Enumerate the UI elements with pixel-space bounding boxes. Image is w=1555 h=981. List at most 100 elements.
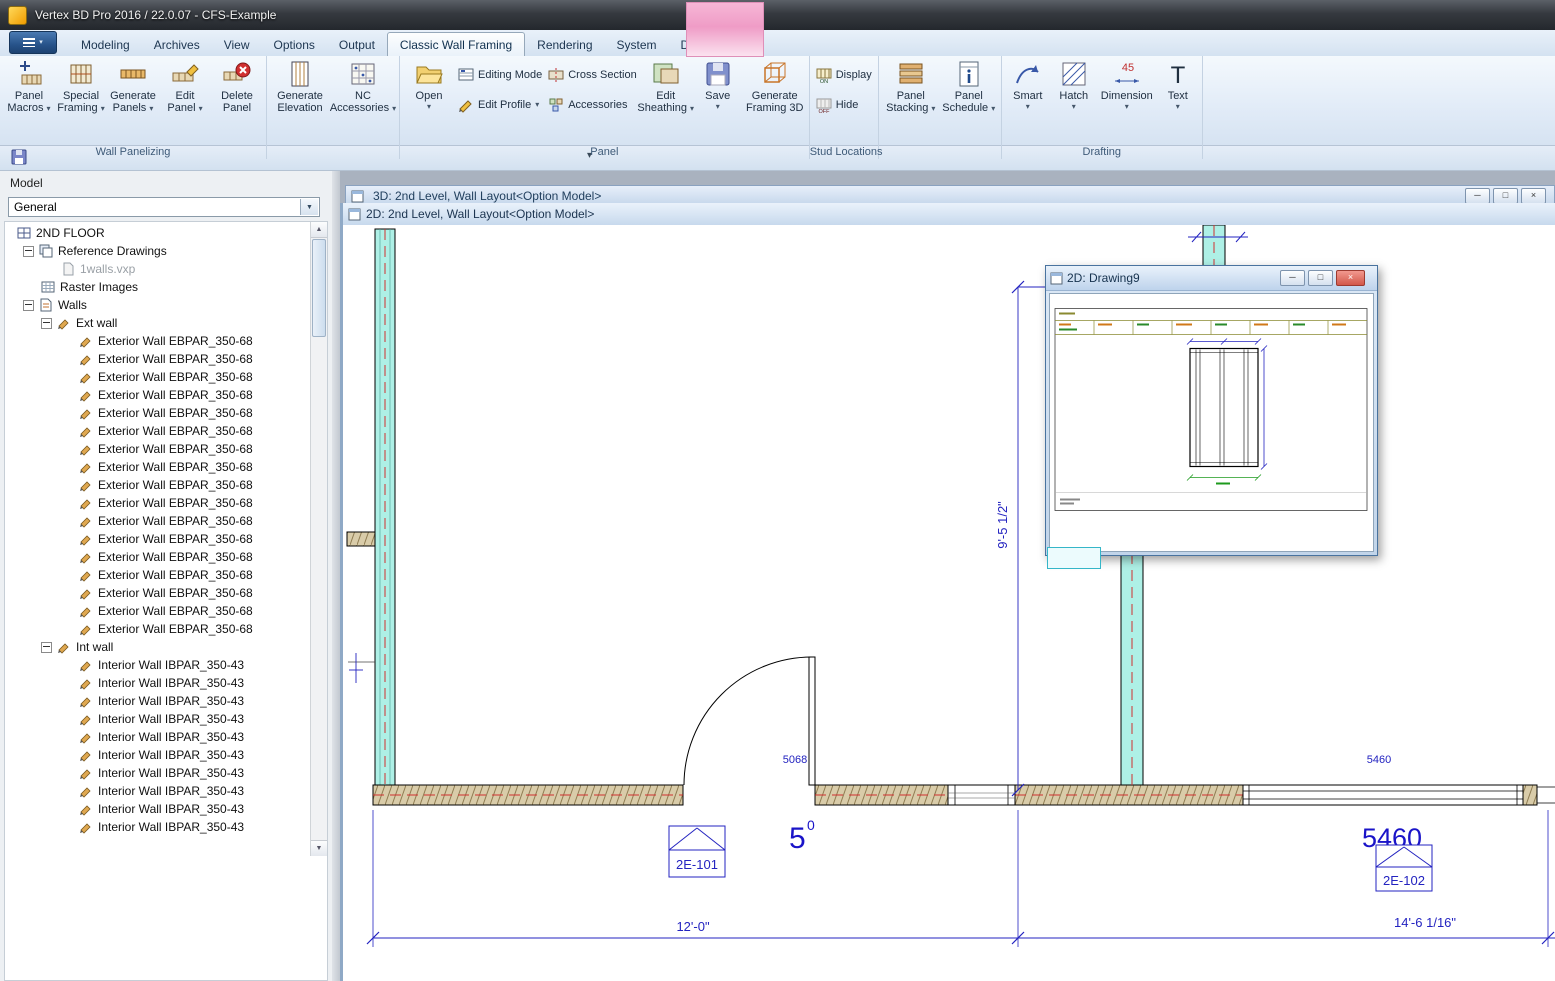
- tree-item-exterior-wall[interactable]: Exterior Wall EBPAR_350-68: [5, 386, 327, 404]
- display-studs-button[interactable]: ON Display: [813, 66, 875, 83]
- tree-item-interior-wall[interactable]: Interior Wall IBPAR_350-43: [5, 746, 327, 764]
- hide-studs-button[interactable]: OFF Hide: [813, 96, 875, 113]
- combo-arrow-icon[interactable]: ▼: [300, 199, 318, 215]
- tree-item-exterior-wall[interactable]: Exterior Wall EBPAR_350-68: [5, 422, 327, 440]
- edit-profile-button[interactable]: Edit Profile ▾: [455, 96, 545, 113]
- tree-item-interior-wall[interactable]: Interior Wall IBPAR_350-43: [5, 818, 327, 836]
- maximize-button[interactable]: □: [1308, 270, 1333, 286]
- tree-item-exterior-wall[interactable]: Exterior Wall EBPAR_350-68: [5, 440, 327, 458]
- wall-pencil-icon: [57, 640, 71, 654]
- tab-system[interactable]: System: [605, 33, 669, 56]
- wall-pencil-icon: [79, 748, 93, 762]
- minimize-button[interactable]: ─: [1280, 270, 1305, 286]
- tree-item-ref-file[interactable]: 1walls.vxp: [5, 260, 327, 278]
- tree-item-exterior-wall[interactable]: Exterior Wall EBPAR_350-68: [5, 368, 327, 386]
- selected-element-box[interactable]: [1047, 547, 1101, 569]
- tab-modeling[interactable]: Modeling: [69, 33, 142, 56]
- title-bar[interactable]: Vertex BD Pro 2016 / 22.0.07 - CFS-Examp…: [0, 0, 1555, 30]
- panel-stacking-button[interactable]: Panel Stacking ▾: [882, 57, 940, 131]
- collapse-box-icon[interactable]: [41, 642, 52, 653]
- panel-splitter[interactable]: [332, 170, 340, 981]
- tree-item-exterior-wall[interactable]: Exterior Wall EBPAR_350-68: [5, 476, 327, 494]
- accessories-button[interactable]: Accessories: [545, 96, 639, 113]
- tree-item-exterior-wall[interactable]: Exterior Wall EBPAR_350-68: [5, 350, 327, 368]
- tab-output[interactable]: Output: [327, 33, 387, 56]
- svg-text:2E-101: 2E-101: [676, 857, 718, 872]
- tree-item-exterior-wall[interactable]: Exterior Wall EBPAR_350-68: [5, 494, 327, 512]
- tab-view[interactable]: View: [212, 33, 262, 56]
- collapse-box-icon[interactable]: [41, 318, 52, 329]
- tree-item-exterior-wall[interactable]: Exterior Wall EBPAR_350-68: [5, 548, 327, 566]
- tree-item-2nd-floor[interactable]: 2ND FLOOR: [5, 224, 327, 242]
- tree-item-exterior-wall[interactable]: Exterior Wall EBPAR_350-68: [5, 602, 327, 620]
- save-button[interactable]: Save ▾: [692, 57, 744, 131]
- delete-panel-button[interactable]: Delete Panel: [211, 57, 263, 131]
- panel-schedule-button[interactable]: Panel Schedule ▾: [940, 57, 998, 131]
- dimension-button[interactable]: 45 Dimension ▾: [1097, 57, 1157, 131]
- scroll-up-arrow-icon[interactable]: ▲: [311, 222, 327, 238]
- tree-item-raster-images[interactable]: Raster Images: [5, 278, 327, 296]
- tab-options[interactable]: Options: [262, 33, 327, 56]
- tree-item-interior-wall[interactable]: Interior Wall IBPAR_350-43: [5, 800, 327, 818]
- floating-window-titlebar[interactable]: 2D: Drawing9 ─ □ ×: [1046, 266, 1377, 291]
- window-drawing9[interactable]: 2D: Drawing9 ─ □ ×: [1045, 265, 1378, 556]
- tree-item-interior-wall[interactable]: Interior Wall IBPAR_350-43: [5, 674, 327, 692]
- svg-text:ON: ON: [820, 79, 828, 83]
- wall-pencil-icon: [79, 514, 93, 528]
- generate-elevation-button[interactable]: Generate Elevation: [270, 57, 330, 131]
- tree-item-walls[interactable]: Walls: [5, 296, 327, 314]
- panel-macros-button[interactable]: Panel Macros ▾: [3, 57, 55, 131]
- drawing9-viewport[interactable]: [1049, 293, 1374, 552]
- text-button[interactable]: T Text ▾: [1157, 57, 1199, 131]
- chevron-down-icon: ▾: [39, 38, 43, 47]
- tree-item-interior-wall[interactable]: Interior Wall IBPAR_350-43: [5, 728, 327, 746]
- editing-mode-icon: [458, 67, 474, 83]
- collapse-box-icon[interactable]: [23, 246, 34, 257]
- collapse-box-icon[interactable]: [23, 300, 34, 311]
- hatch-button[interactable]: Hatch ▾: [1051, 57, 1097, 131]
- tree-item-int-wall[interactable]: Int wall: [5, 638, 327, 656]
- scroll-down-arrow-icon[interactable]: ▼: [311, 840, 327, 856]
- tree-item-interior-wall[interactable]: Interior Wall IBPAR_350-43: [5, 710, 327, 728]
- tree-item-exterior-wall[interactable]: Exterior Wall EBPAR_350-68: [5, 530, 327, 548]
- model-filter-combobox[interactable]: General ▼: [8, 197, 320, 217]
- generate-panels-button[interactable]: Generate Panels ▾: [107, 57, 159, 131]
- wall-pencil-icon: [79, 406, 93, 420]
- tree-item-interior-wall[interactable]: Interior Wall IBPAR_350-43: [5, 782, 327, 800]
- open-button[interactable]: Open ▾: [403, 57, 455, 131]
- wall-pencil-icon: [79, 622, 93, 636]
- tree-item-exterior-wall[interactable]: Exterior Wall EBPAR_350-68: [5, 584, 327, 602]
- tree-item-exterior-wall[interactable]: Exterior Wall EBPAR_350-68: [5, 458, 327, 476]
- front-window-titlebar[interactable]: 2D: 2nd Level, Wall Layout<Option Model>: [343, 203, 1555, 226]
- tree-scrollbar[interactable]: ▲ ▼: [310, 222, 327, 856]
- minimize-button[interactable]: ─: [1465, 188, 1490, 204]
- close-button[interactable]: ×: [1521, 188, 1546, 204]
- nc-accessories-button[interactable]: NC Accessories ▾: [330, 57, 396, 131]
- tree-item-exterior-wall[interactable]: Exterior Wall EBPAR_350-68: [5, 332, 327, 350]
- group-label-drafting: Drafting: [1002, 146, 1202, 158]
- close-button[interactable]: ×: [1336, 270, 1365, 286]
- special-framing-button[interactable]: Special Framing ▾: [55, 57, 107, 131]
- edit-panel-button[interactable]: Edit Panel ▾: [159, 57, 211, 131]
- tree-item-interior-wall[interactable]: Interior Wall IBPAR_350-43: [5, 764, 327, 782]
- generate-framing-3d-button[interactable]: Generate Framing 3D: [744, 57, 806, 131]
- tree-item-exterior-wall[interactable]: Exterior Wall EBPAR_350-68: [5, 620, 327, 638]
- scrollbar-thumb[interactable]: [312, 239, 326, 337]
- cross-section-button[interactable]: Cross Section: [545, 66, 639, 83]
- tree-item-interior-wall[interactable]: Interior Wall IBPAR_350-43: [5, 656, 327, 674]
- tree-item-ext-wall[interactable]: Ext wall: [5, 314, 327, 332]
- tab-classic-wall-framing[interactable]: Classic Wall Framing: [387, 32, 525, 56]
- tree-item-exterior-wall[interactable]: Exterior Wall EBPAR_350-68: [5, 566, 327, 584]
- tree-item-exterior-wall[interactable]: Exterior Wall EBPAR_350-68: [5, 404, 327, 422]
- tree-item-exterior-wall[interactable]: Exterior Wall EBPAR_350-68: [5, 512, 327, 530]
- tree-item-interior-wall[interactable]: Interior Wall IBPAR_350-43: [5, 692, 327, 710]
- application-menu-button[interactable]: ▾: [9, 31, 57, 54]
- smart-button[interactable]: Smart ▾: [1005, 57, 1051, 131]
- edit-sheathing-button[interactable]: Edit Sheathing ▾: [640, 57, 692, 131]
- tab-archives[interactable]: Archives: [142, 33, 212, 56]
- maximize-button[interactable]: □: [1493, 188, 1518, 204]
- floor-icon: [17, 226, 31, 240]
- tree-item-reference-drawings[interactable]: Reference Drawings: [5, 242, 327, 260]
- tab-rendering[interactable]: Rendering: [525, 33, 604, 56]
- editing-mode-button[interactable]: Editing Mode: [455, 66, 545, 83]
